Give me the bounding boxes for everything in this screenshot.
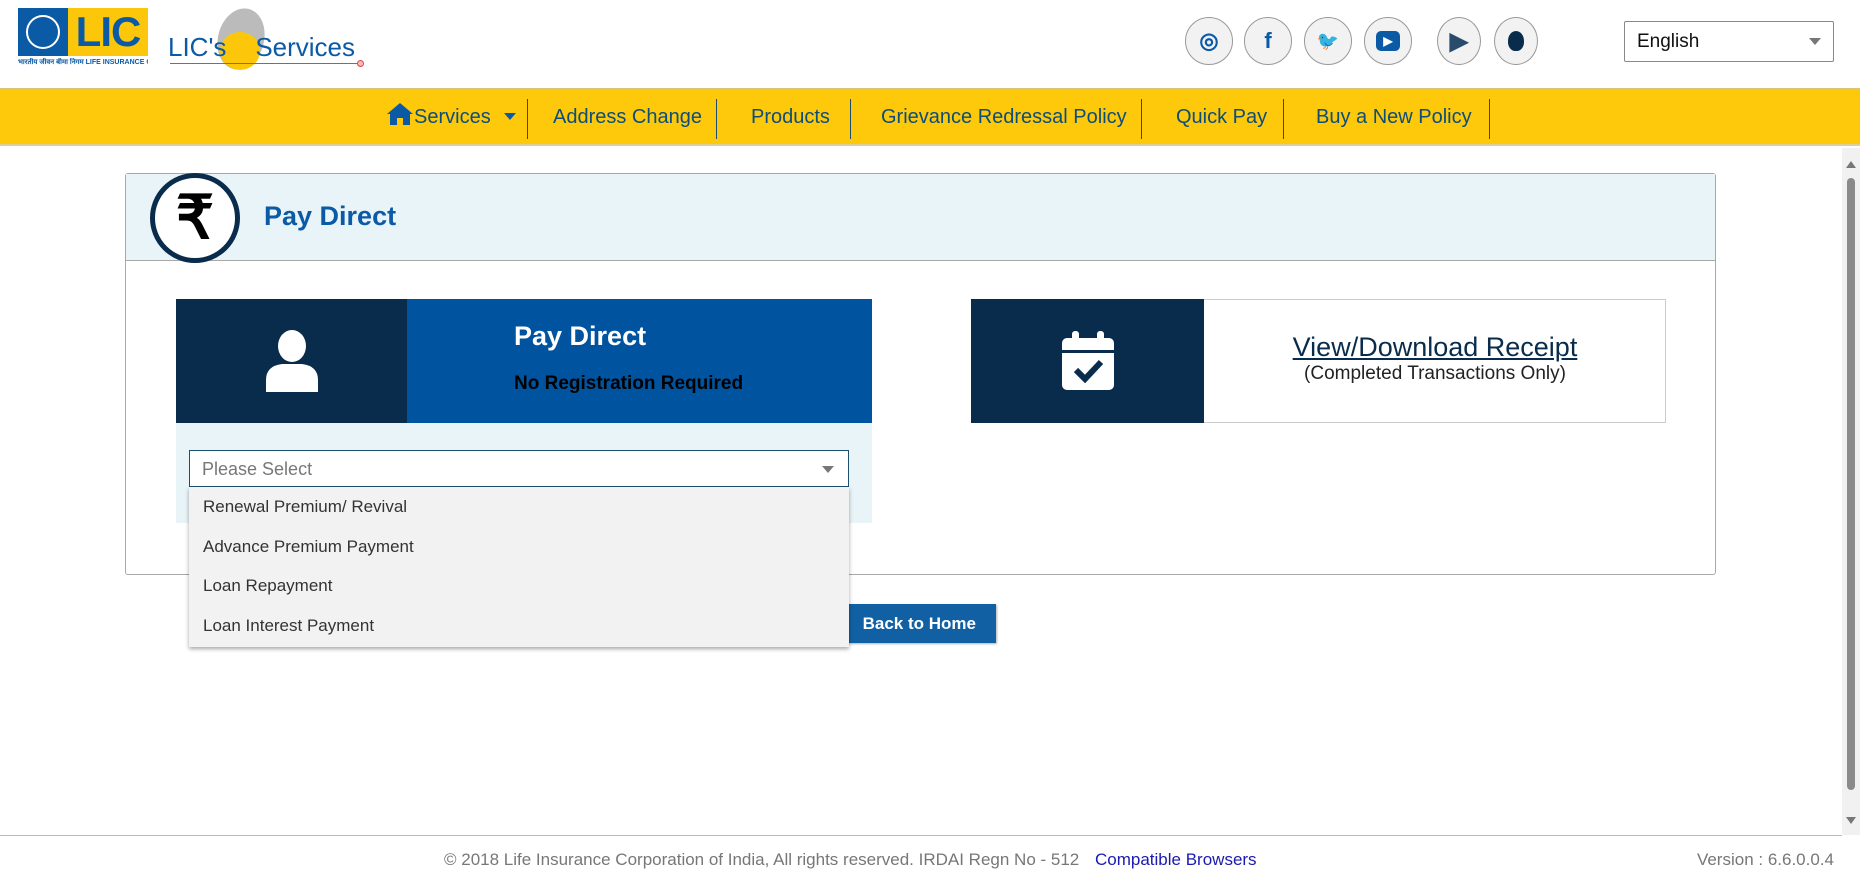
option-loan-repayment[interactable]: Loan Repayment bbox=[189, 566, 849, 606]
play-store-icon[interactable]: ▶ bbox=[1437, 17, 1481, 65]
caret-down-icon bbox=[504, 113, 517, 126]
receipt-subtitle: (Completed Transactions Only) bbox=[1304, 363, 1566, 384]
scroll-down-icon[interactable] bbox=[1846, 817, 1856, 829]
language-select[interactable]: English bbox=[1624, 21, 1834, 62]
main-nav: Services Address Change Products Grievan… bbox=[0, 88, 1860, 146]
nav-services[interactable]: Services bbox=[386, 89, 517, 145]
divider bbox=[1141, 99, 1142, 139]
view-receipt-body: View/Download Receipt (Completed Transac… bbox=[1204, 300, 1666, 422]
language-value: English bbox=[1637, 31, 1700, 52]
scrollbar-thumb[interactable] bbox=[1847, 178, 1855, 790]
instagram-icon[interactable]: ◎ bbox=[1185, 17, 1233, 65]
divider bbox=[527, 99, 528, 139]
apple-glyph bbox=[1508, 31, 1524, 51]
nav-products[interactable]: Products bbox=[751, 89, 830, 145]
compatible-browsers-link[interactable]: Compatible Browsers bbox=[1095, 850, 1257, 870]
user-icon bbox=[176, 299, 407, 423]
logo-dot bbox=[357, 60, 364, 67]
youtube-glyph: ▶ bbox=[1376, 31, 1400, 51]
apple-icon[interactable] bbox=[1494, 17, 1538, 65]
play-store-glyph: ▶ bbox=[1449, 27, 1469, 55]
panel-header: ₹ Pay Direct bbox=[126, 173, 1715, 263]
lic-logo-text: LIC bbox=[68, 8, 148, 56]
copyright-text: © 2018 Life Insurance Corporation of Ind… bbox=[444, 850, 1080, 869]
eservices-logo[interactable]: LIC's Services bbox=[168, 3, 368, 75]
lic-logo[interactable]: LIC भारतीय जीवन बीमा निगम LIFE INSURANCE… bbox=[18, 8, 148, 74]
rupee-glyph: ₹ bbox=[175, 184, 215, 251]
facebook-icon[interactable]: f bbox=[1244, 17, 1292, 65]
chevron-down-icon bbox=[1809, 38, 1821, 51]
calendar-check-icon bbox=[971, 299, 1204, 423]
nav-quick-pay[interactable]: Quick Pay bbox=[1176, 89, 1267, 145]
pay-direct-card[interactable]: Pay Direct No Registration Required bbox=[176, 299, 872, 423]
option-renewal-premium[interactable]: Renewal Premium/ Revival bbox=[189, 487, 849, 527]
rupee-icon: ₹ bbox=[150, 173, 240, 263]
divider bbox=[850, 99, 851, 139]
home-icon bbox=[387, 103, 413, 125]
card-subtitle: No Registration Required bbox=[514, 373, 744, 394]
divider bbox=[1283, 99, 1284, 139]
nav-address-change[interactable]: Address Change bbox=[553, 89, 702, 145]
eservices-logo-text: LIC's Services bbox=[168, 32, 356, 62]
divider bbox=[1489, 99, 1490, 139]
chevron-down-icon bbox=[822, 466, 834, 479]
page-title: Pay Direct bbox=[264, 201, 397, 231]
nav-label: Services bbox=[414, 106, 491, 128]
payment-type-dropdown: Renewal Premium/ Revival Advance Premium… bbox=[189, 487, 849, 647]
card-title: Pay Direct bbox=[514, 321, 647, 351]
twitter-icon[interactable]: 🐦 bbox=[1304, 17, 1352, 65]
lic-emblem-icon bbox=[18, 8, 68, 56]
scroll-up-icon[interactable] bbox=[1846, 156, 1856, 168]
nav-buy-policy[interactable]: Buy a New Policy bbox=[1316, 89, 1472, 145]
facebook-glyph: f bbox=[1264, 28, 1272, 53]
nav-grievance[interactable]: Grievance Redressal Policy bbox=[881, 89, 1127, 145]
version-text: Version : 6.6.0.0.4 bbox=[1696, 850, 1834, 869]
option-advance-premium[interactable]: Advance Premium Payment bbox=[189, 527, 849, 567]
pay-direct-card-body: Pay Direct No Registration Required bbox=[407, 299, 872, 423]
option-loan-interest[interactable]: Loan Interest Payment bbox=[189, 606, 849, 646]
view-download-receipt-link[interactable]: View/Download Receipt bbox=[1204, 332, 1666, 363]
select-placeholder: Please Select bbox=[202, 459, 313, 479]
instagram-glyph: ◎ bbox=[1199, 28, 1219, 53]
youtube-icon[interactable]: ▶ bbox=[1364, 17, 1412, 65]
lic-logo-subtext: भारतीय जीवन बीमा निगम LIFE INSURANCE COR… bbox=[18, 59, 148, 66]
divider bbox=[716, 99, 717, 139]
twitter-glyph: 🐦 bbox=[1316, 30, 1340, 51]
scrollbar[interactable] bbox=[1842, 148, 1860, 835]
logo-line bbox=[170, 63, 360, 64]
payment-type-select[interactable]: Please Select bbox=[189, 450, 849, 487]
footer-divider bbox=[0, 835, 1842, 836]
view-receipt-card[interactable]: View/Download Receipt (Completed Transac… bbox=[971, 299, 1666, 423]
